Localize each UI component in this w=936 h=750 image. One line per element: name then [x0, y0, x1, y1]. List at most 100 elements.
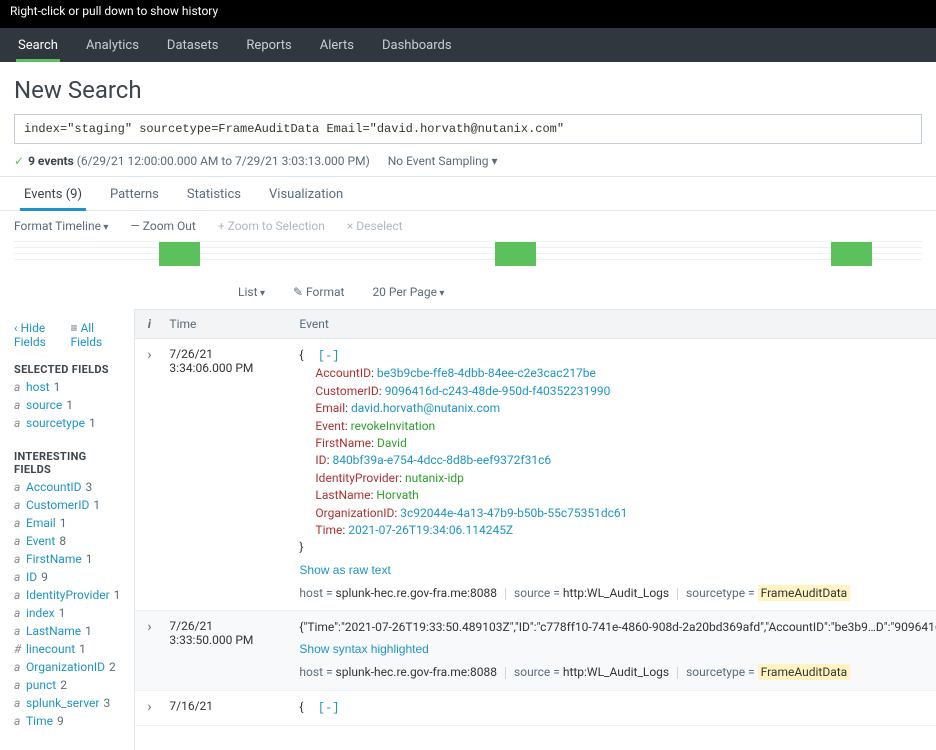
- format-button[interactable]: Format: [293, 285, 344, 299]
- field-count: 2: [109, 660, 116, 674]
- hide-fields-button[interactable]: Hide Fields: [14, 321, 70, 349]
- expand-event-toggle[interactable]: [135, 691, 163, 725]
- col-time[interactable]: Time: [163, 310, 293, 338]
- results-toolbar: List Format 20 Per Page: [0, 275, 936, 309]
- field-row-Email[interactable]: aEmail1: [0, 514, 134, 532]
- field-name[interactable]: source: [26, 398, 62, 412]
- field-row-ID[interactable]: aID 9: [0, 568, 134, 586]
- per-page-dropdown[interactable]: 20 Per Page: [372, 285, 444, 299]
- nav-alerts[interactable]: Alerts: [306, 28, 368, 62]
- field-row-linecount[interactable]: #linecount1: [0, 640, 134, 658]
- field-name[interactable]: host: [26, 380, 50, 394]
- field-name[interactable]: splunk_server: [26, 696, 99, 710]
- events-header: i Time Event: [135, 309, 936, 339]
- event-row: 7/26/213:33:50.000 PM{"Time":"2021-07-26…: [135, 611, 936, 690]
- tab-visualization[interactable]: Visualization: [255, 177, 357, 210]
- field-name[interactable]: AccountID: [26, 480, 82, 494]
- field-count: 3: [86, 480, 93, 494]
- field-row-CustomerID[interactable]: aCustomerID1: [0, 496, 134, 514]
- event-count: 9 events: [28, 154, 74, 168]
- field-type: a: [14, 660, 26, 674]
- field-name[interactable]: FirstName: [26, 552, 82, 566]
- field-name[interactable]: Event: [26, 534, 55, 548]
- field-count: 1: [86, 552, 93, 566]
- field-type: a: [14, 696, 26, 710]
- nav-reports[interactable]: Reports: [232, 28, 305, 62]
- field-count: 1: [59, 606, 66, 620]
- collapse-toggle[interactable]: [-]: [318, 349, 340, 363]
- nav-dashboards[interactable]: Dashboards: [368, 28, 466, 62]
- event-row: 7/16/21{ [-]: [135, 691, 936, 726]
- timeline-chart[interactable]: [14, 241, 922, 269]
- field-type: a: [14, 552, 26, 566]
- event-body: { [-]: [293, 691, 936, 725]
- field-count: 9: [41, 570, 48, 584]
- selected-fields-heading: SELECTED FIELDS: [0, 355, 134, 378]
- event-sampling-dropdown[interactable]: No Event Sampling ▾: [388, 154, 498, 168]
- field-name[interactable]: sourcetype: [26, 416, 85, 430]
- field-count: 1: [54, 380, 61, 394]
- field-type: a: [14, 588, 26, 602]
- field-row-splunk_server[interactable]: asplunk_server3: [0, 694, 134, 712]
- collapse-toggle[interactable]: [-]: [318, 701, 340, 715]
- field-name[interactable]: Email: [26, 516, 56, 530]
- field-name[interactable]: index: [26, 606, 55, 620]
- toggle-view-link[interactable]: Show as raw text: [299, 562, 936, 579]
- field-row-IdentityProvider[interactable]: aIdentityProvider 1: [0, 586, 134, 604]
- field-count: 1: [114, 588, 121, 602]
- event-meta: host = splunk-hec.re.gov-fra.me:8088sour…: [299, 664, 936, 681]
- format-timeline-dropdown[interactable]: Format Timeline: [14, 219, 108, 233]
- field-name[interactable]: IdentityProvider: [26, 588, 110, 602]
- field-row-index[interactable]: aindex 1: [0, 604, 134, 622]
- nav-search[interactable]: Search: [4, 28, 72, 62]
- field-name[interactable]: OrganizationID: [26, 660, 105, 674]
- deselect-button: × Deselect: [347, 219, 403, 233]
- field-name[interactable]: CustomerID: [26, 498, 89, 512]
- interesting-fields-heading: INTERESTING FIELDS: [0, 442, 134, 478]
- time-range: (6/29/21 12:00:00.000 AM to 7/29/21 3:03…: [74, 154, 370, 168]
- nav-analytics[interactable]: Analytics: [72, 28, 153, 62]
- field-name[interactable]: LastName: [26, 624, 81, 638]
- field-count: 1: [89, 416, 96, 430]
- field-row-OrganizationID[interactable]: aOrganizationID 2: [0, 658, 134, 676]
- field-type: a: [14, 570, 26, 584]
- tab-events[interactable]: Events (9): [10, 177, 96, 210]
- field-row-FirstName[interactable]: aFirstName 1: [0, 550, 134, 568]
- tab-patterns[interactable]: Patterns: [96, 177, 173, 210]
- field-row-sourcetype[interactable]: asourcetype1: [0, 414, 134, 432]
- field-count: 1: [93, 498, 100, 512]
- field-row-LastName[interactable]: aLastName1: [0, 622, 134, 640]
- toggle-view-link[interactable]: Show syntax highlighted: [299, 641, 936, 658]
- event-time: 7/26/213:34:06.000 PM: [163, 339, 293, 610]
- event-body: { [-]AccountID: be3b9cbe-ffe8-4dbb-84ee-…: [293, 339, 936, 610]
- nav-datasets[interactable]: Datasets: [153, 28, 233, 62]
- expand-event-toggle[interactable]: [135, 339, 163, 610]
- result-tabs: Events (9) Patterns Statistics Visualiza…: [0, 177, 936, 211]
- field-type: a: [14, 534, 26, 548]
- expand-event-toggle[interactable]: [135, 611, 163, 689]
- field-row-Time[interactable]: aTime9: [0, 712, 134, 730]
- field-name[interactable]: ID: [26, 570, 37, 584]
- field-row-host[interactable]: ahost1: [0, 378, 134, 396]
- search-input[interactable]: [14, 114, 922, 144]
- field-row-punct[interactable]: apunct2: [0, 676, 134, 694]
- field-type: a: [14, 606, 26, 620]
- check-icon: ✓: [14, 154, 24, 168]
- zoom-out-button[interactable]: — Zoom Out: [130, 219, 195, 233]
- timeline-toolbar: Format Timeline — Zoom Out + Zoom to Sel…: [0, 211, 936, 241]
- field-row-Event[interactable]: aEvent8: [0, 532, 134, 550]
- field-name[interactable]: linecount: [26, 642, 75, 656]
- tab-statistics[interactable]: Statistics: [173, 177, 255, 210]
- all-fields-button[interactable]: All Fields: [70, 321, 120, 349]
- page-title: New Search: [0, 62, 936, 114]
- field-name[interactable]: Time: [26, 714, 53, 728]
- main-nav: Search Analytics Datasets Reports Alerts…: [0, 28, 936, 62]
- event-time: 7/26/213:33:50.000 PM: [163, 611, 293, 689]
- event-time: 7/16/21: [163, 691, 293, 725]
- field-type: a: [14, 480, 26, 494]
- history-tooltip: Right-click or pull down to show history: [0, 0, 228, 22]
- field-row-source[interactable]: asource1: [0, 396, 134, 414]
- list-view-dropdown[interactable]: List: [238, 285, 265, 299]
- col-event: Event: [293, 310, 936, 338]
- field-row-AccountID[interactable]: aAccountID 3: [0, 478, 134, 496]
